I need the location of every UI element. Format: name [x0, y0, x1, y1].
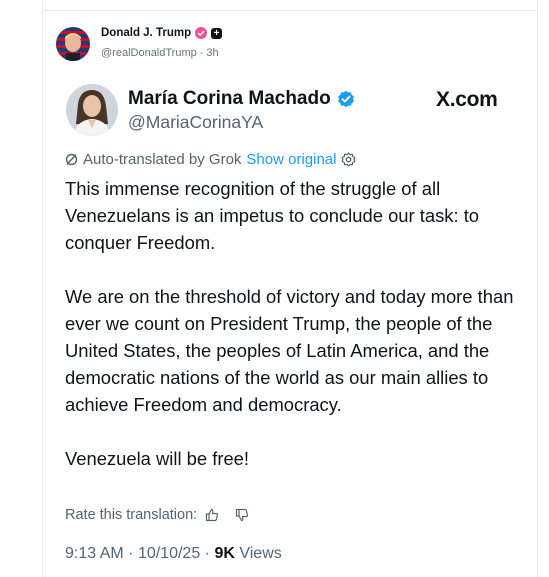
show-original-link: Show original: [246, 151, 337, 168]
separator: ·: [199, 47, 204, 59]
quote-time: 9:13 AM: [65, 545, 124, 562]
author-name[interactable]: Donald J. Trump: [101, 27, 191, 39]
gear-icon: [341, 152, 356, 167]
affiliate-badge-icon: +: [211, 27, 223, 39]
quoted-author-name: María Corina Machado: [128, 88, 331, 109]
quoted-author-avatar: [66, 84, 118, 136]
paragraph: Venezuela will be free!: [65, 448, 250, 469]
paragraph: This immense recognition of the struggle…: [65, 178, 480, 253]
timestamp-views-row: 9:13 AM · 10/10/25 · 9K Views: [65, 545, 282, 563]
translation-note: Auto-translated by Grok: [83, 151, 242, 168]
views-count: 9K: [214, 545, 235, 562]
thumbs-down-icon: [236, 508, 249, 522]
quoted-author-handle: @MariaCorinaYA: [128, 112, 264, 132]
grok-slash-icon: [65, 153, 78, 166]
quoted-author-name-row: María Corina Machado: [128, 88, 355, 110]
translated-text: This immense recognition of the struggle…: [65, 175, 525, 472]
site-logo-text: X.com: [436, 88, 498, 111]
post-time[interactable]: 3h: [206, 47, 218, 59]
verified-badge-icon: [195, 27, 208, 39]
separator: ·: [204, 545, 210, 562]
author-handle[interactable]: @realDonaldTrump: [101, 47, 197, 59]
rate-translation-row: Rate this translation:: [65, 507, 249, 523]
separator: ·: [128, 545, 134, 562]
paragraph: We are on the threshold of victory and t…: [65, 286, 514, 415]
views-label: Views: [239, 545, 282, 562]
verified-check-icon: [337, 90, 354, 108]
divider: [42, 10, 538, 11]
translation-row: Auto-translated by Grok Show original: [65, 151, 356, 168]
rate-label: Rate this translation:: [65, 507, 198, 523]
thumbs-up-icon: [206, 508, 219, 522]
author-name-row: Donald J. Trump +: [101, 27, 223, 39]
author-avatar[interactable]: [56, 27, 90, 61]
quote-date: 10/10/25: [137, 545, 201, 562]
author-handle-row: @realDonaldTrump · 3h: [101, 47, 219, 59]
